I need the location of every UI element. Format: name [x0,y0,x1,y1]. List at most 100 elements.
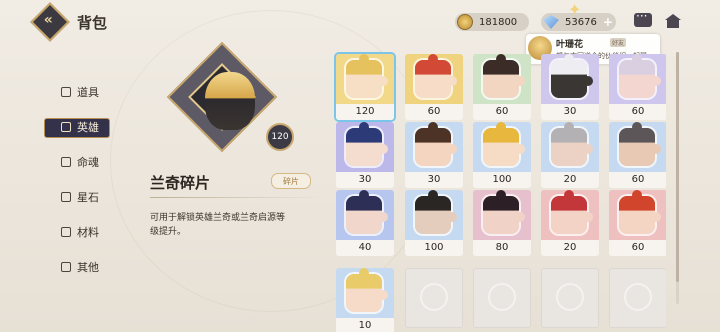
puzzle-piece-icon [551,196,587,234]
puzzle-piece-icon [619,60,655,98]
puzzle-knob [447,144,457,154]
shard-art [473,54,531,104]
shard-art [405,54,463,104]
puzzle-knob [359,190,369,200]
owned-count-badge: 120 [266,123,294,151]
puzzle-piece-icon [551,60,587,98]
shard-card[interactable]: 30 [336,122,394,188]
gem-icon [543,15,559,29]
nav-label: 英雄 [77,120,99,134]
shard-art [336,122,394,172]
puzzle-knob [583,76,593,86]
nav-item-star-stones[interactable]: 星石 [40,179,120,214]
home-icon[interactable] [665,14,681,28]
item-name: 兰奇碎片 [150,174,211,192]
puzzle-knob [651,212,661,222]
add-gems-button[interactable]: + [603,15,613,29]
nav-item-other[interactable]: 其他 [40,249,120,284]
shard-card[interactable]: 120 [334,52,396,122]
shard-art [405,190,463,240]
nav-item-souls[interactable]: 命魂 [40,144,120,179]
shard-count: 60 [609,172,666,188]
puzzle-knob [496,122,506,132]
puzzle-piece-icon [346,196,382,234]
empty-slot [405,268,463,328]
nav-label: 星石 [77,190,99,204]
coin-icon [457,14,473,30]
puzzle-knob [447,212,457,222]
puzzle-knob [428,122,438,132]
shard-count: 60 [405,104,463,120]
nav-label: 命魂 [77,155,99,169]
puzzle-knob [378,212,388,222]
shard-card[interactable]: 60 [609,122,666,188]
chat-icon[interactable] [634,9,652,27]
shard-card[interactable]: 30 [405,122,463,188]
gold-amount: 181800 [479,16,518,28]
puzzle-piece-icon [483,128,519,166]
puzzle-piece-icon [551,128,587,166]
shard-card[interactable]: 60 [473,54,531,120]
puzzle-knob [583,212,593,222]
shard-card[interactable]: 60 [609,190,666,256]
shard-card[interactable]: 40 [336,190,394,256]
puzzle-piece-icon [346,274,382,312]
gold-currency[interactable]: 181800 [455,13,529,31]
shard-card[interactable]: 20 [541,122,599,188]
notification-badge: 好友 [610,38,627,47]
shard-count: 30 [336,172,394,188]
shard-art [541,122,599,172]
puzzle-piece-icon [415,128,451,166]
shard-count: 80 [473,240,531,256]
shard-count: 100 [473,172,531,188]
shard-card[interactable]: 80 [473,190,531,256]
nav-label: 材料 [77,225,99,239]
puzzle-knob [515,212,525,222]
shard-count: 60 [609,104,666,120]
empty-slot [609,268,666,328]
hero-portrait [205,72,255,130]
shard-art [336,268,394,318]
item-type-tag: 碎片 [271,173,311,189]
puzzle-piece-icon [619,196,655,234]
shard-art [336,54,394,104]
shard-card[interactable]: 100 [473,122,531,188]
scrollbar-thumb[interactable] [676,52,679,282]
shard-count: 60 [609,240,666,256]
nav-item-materials[interactable]: 材料 [40,214,120,249]
shard-card[interactable]: 20 [541,190,599,256]
shard-card[interactable]: 100 [405,190,463,256]
shard-card[interactable]: 60 [405,54,463,120]
shard-count: 120 [336,104,394,120]
nav-item-heroes[interactable]: 英雄 [40,109,120,144]
shard-count: 20 [541,172,599,188]
other-icon [61,261,71,272]
empty-slot [473,268,531,328]
item-icon [61,86,71,97]
shard-grid: 120 60 60 30 60 30 30 100 20 60 40 100 80 20 60 10 [334,48,666,332]
shard-count: 100 [405,240,463,256]
star-stone-icon [61,191,71,202]
puzzle-knob [428,190,438,200]
puzzle-piece-icon [415,60,451,98]
puzzle-piece-icon [619,128,655,166]
shard-art [609,190,666,240]
puzzle-knob [632,122,642,132]
shard-card[interactable]: 30 [541,54,599,120]
puzzle-knob [583,144,593,154]
nav-item-items[interactable]: 道具 [40,74,120,109]
puzzle-piece-icon [483,60,519,98]
shard-art [336,190,394,240]
shard-card[interactable]: 10 [336,268,394,332]
shard-count: 40 [336,240,394,256]
shard-card[interactable]: 60 [609,54,666,120]
puzzle-knob [564,190,574,200]
sparkle-icon: ✦ [568,0,582,19]
puzzle-knob [651,144,661,154]
puzzle-knob [651,76,661,86]
hero-icon [61,121,71,132]
shard-count: 30 [405,172,463,188]
puzzle-knob [496,54,506,64]
puzzle-knob [378,290,388,300]
puzzle-piece-icon [483,196,519,234]
